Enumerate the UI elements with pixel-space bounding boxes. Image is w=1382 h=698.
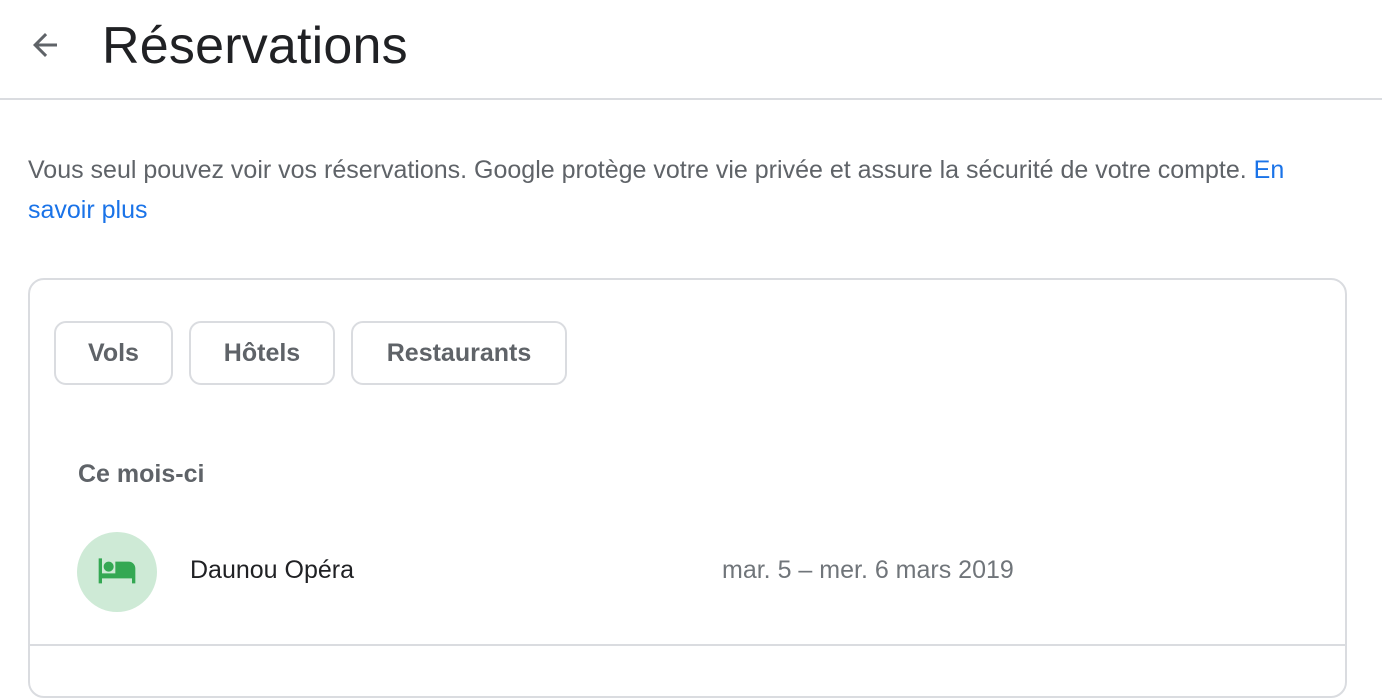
privacy-text: Vous seul pouvez voir vos réservations. … (28, 156, 1247, 184)
section-title: Ce mois-ci (78, 460, 205, 488)
reservations-card: Vols Hôtels Restaurants Ce mois-ci Dauno… (28, 278, 1347, 698)
hotel-avatar (77, 532, 157, 612)
filter-chip-restaurants[interactable]: Restaurants (351, 321, 567, 385)
filter-chip-flights[interactable]: Vols (54, 321, 173, 385)
reservation-item[interactable]: Daunou Opéra mar. 5 – mer. 6 mars 2019 (30, 528, 1345, 618)
privacy-notice: Vous seul pouvez voir vos réservations. … (28, 150, 1348, 230)
back-button[interactable] (20, 22, 70, 72)
page-title: Réservations (102, 17, 408, 75)
app-header: Réservations (0, 0, 1382, 100)
hotel-bed-icon (97, 550, 137, 595)
reservation-dates: mar. 5 – mer. 6 mars 2019 (722, 556, 1014, 584)
arrow-left-icon (27, 27, 63, 68)
filter-chip-hotels[interactable]: Hôtels (189, 321, 335, 385)
divider (30, 644, 1345, 646)
reservation-name: Daunou Opéra (190, 556, 355, 584)
